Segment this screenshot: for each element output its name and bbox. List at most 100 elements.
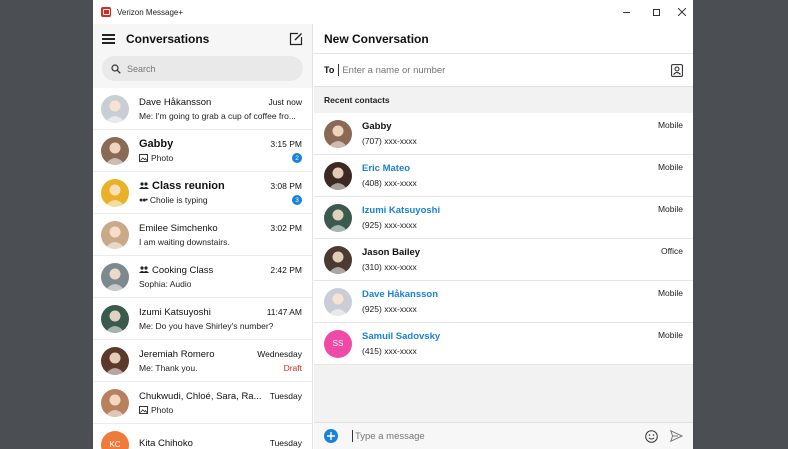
recipient-input[interactable]	[338, 64, 671, 76]
send-icon[interactable]	[670, 430, 683, 442]
conversation-snippet: Me: Do you have Shirley's number?	[139, 321, 273, 331]
conversation-time: 3:15 PM	[270, 139, 302, 149]
conversation-item[interactable]: Emilee Simchenko 3:02 PM I am waiting down…	[93, 214, 312, 256]
conversation-name: Chukwudi, Chloé, Sara, Ra...	[139, 391, 262, 402]
conversation-item[interactable]: Chukwudi, Chloé, Sara, Ra... Tuesday Photo	[93, 382, 312, 424]
contact-phone: (707) xxx-xxxx	[362, 136, 417, 146]
add-attachment-button[interactable]	[324, 429, 338, 443]
compose-button[interactable]	[289, 32, 303, 46]
search-bar[interactable]: Search	[102, 56, 303, 81]
typing-indicator-icon: ●●•	[139, 196, 148, 204]
conversation-name-text: Emilee Simchenko	[139, 222, 218, 234]
conversation-detail-row: Photo 2	[139, 153, 302, 163]
unread-badge: 3	[292, 195, 302, 205]
conversation-snippet: Photo	[139, 405, 173, 415]
search-input[interactable]: Search	[127, 64, 156, 74]
conversation-name: Jeremiah Romero	[139, 349, 215, 360]
compose-icon	[289, 32, 303, 46]
minimize-button[interactable]	[611, 0, 641, 24]
contact-item[interactable]: Dave Håkansson (925) xxx-xxxx Mobile	[314, 281, 693, 323]
conversation-body: Emilee Simchenko 3:02 PM I am waiting down…	[139, 223, 312, 247]
conversation-snippet: Me: Thank you.	[139, 363, 197, 373]
conversation-name-text: Chukwudi, Chloé, Sara, Ra...	[139, 390, 262, 402]
conversation-item[interactable]: Jeremiah Romero Wednesday Me: Thank you. Dr…	[93, 340, 312, 382]
conversation-header-row: Gabby 3:15 PM	[139, 138, 302, 150]
contact-number-type: Mobile	[657, 330, 683, 340]
avatar	[101, 136, 129, 165]
conversation-time: 3:02 PM	[270, 222, 302, 233]
conversation-detail-row: Me: Thank you. Draft	[139, 363, 302, 373]
recent-contacts-label: Recent contacts	[324, 95, 390, 105]
contact-body: Dave Håkansson (925) xxx-xxxx	[362, 289, 658, 314]
conversation-snippet: I am waiting downstairs.	[139, 237, 230, 247]
conversation-time: Tuesday	[269, 437, 302, 448]
conversation-item[interactable]: Cooking Class 2:42 PM Sophia: Audio	[93, 256, 312, 298]
conversation-snippet-text: Me: Thank you.	[139, 362, 198, 373]
avatar	[101, 94, 129, 123]
avatar	[101, 346, 129, 375]
avatar	[324, 245, 352, 274]
conversation-header-row: Jeremiah Romero Wednesday	[139, 349, 302, 360]
conversation-item[interactable]: Izumi Katsuyoshi 11:47 AM Me: Do you have …	[93, 298, 312, 340]
contact-item[interactable]: Izumi Katsuyoshi (925) xxx-xxxx Mobile	[314, 197, 693, 239]
contact-name: Jason Bailey	[362, 247, 421, 258]
contact-picker-icon[interactable]	[671, 63, 683, 77]
contact-item[interactable]: Gabby (707) xxx-xxxx Mobile	[314, 113, 693, 155]
conversation-snippet: Photo	[139, 153, 173, 163]
group-icon	[139, 182, 149, 189]
conversation-snippet: ●●• Cholie is typing	[139, 195, 208, 205]
minimize-icon	[622, 11, 630, 13]
conversation-snippet-text: I am waiting downstairs.	[139, 236, 230, 247]
window-title: Verizon Message+	[117, 7, 184, 17]
message-input[interactable]	[352, 430, 645, 442]
contact-number-type: Mobile	[657, 162, 683, 172]
conversation-time: 2:42 PM	[270, 264, 302, 275]
conversation-name: Gabby	[139, 138, 173, 150]
conversation-snippet-text: Me: Do you have Shirley's number?	[139, 320, 274, 331]
contact-item[interactable]: Eric Mateo (408) xxx-xxxx Mobile	[314, 155, 693, 197]
avatar	[101, 262, 129, 291]
contact-phone: (415) xxx-xxxx	[362, 346, 417, 356]
conversation-item[interactable]: Class reunion 3:08 PM ●●• Cholie is typing 3	[93, 172, 312, 214]
conversation-time: Just now	[268, 96, 302, 107]
emoji-icon[interactable]	[645, 429, 658, 443]
avatar	[324, 287, 352, 316]
conversation-detail-row: ●●• Cholie is typing 3	[139, 195, 302, 205]
photo-icon	[139, 405, 148, 414]
conversation-name: Dave Håkansson	[139, 97, 211, 108]
conversation-name: Izumi Katsuyoshi	[139, 307, 211, 318]
menu-icon[interactable]	[102, 34, 115, 44]
conversation-name-text: Jeremiah Romero	[139, 348, 215, 360]
conversation-name-text: Cooking Class	[152, 264, 214, 276]
contact-phone: (408) xxx-xxxx	[362, 178, 417, 188]
contact-body: Jason Bailey (310) xxx-xxxx	[362, 247, 661, 272]
conversation-snippet-text: Sophia: Audio	[139, 278, 192, 289]
avatar	[324, 161, 352, 190]
recent-contacts-list: Gabby (707) xxx-xxxx Mobile Eric Mateo (408)…	[314, 113, 693, 365]
contact-name: Dave Håkansson	[362, 289, 439, 300]
conversation-body: Dave Håkansson Just now Me: I'm going to g…	[139, 97, 312, 121]
contact-name: Gabby	[362, 121, 392, 132]
conversation-name-text: Gabby	[139, 138, 174, 150]
conversation-item[interactable]: KC Kita Chihoko Tuesday	[93, 424, 312, 449]
conversations-pane: Conversations Search Dave Håkansson Just …	[93, 24, 313, 449]
conversation-snippet-text: Photo	[151, 153, 174, 163]
new-conversation-title: New Conversation	[324, 31, 429, 46]
avatar	[101, 304, 129, 333]
new-conversation-header: New Conversation	[314, 24, 693, 54]
conversation-item[interactable]: Dave Håkansson Just now Me: I'm going to g…	[93, 88, 312, 130]
message-composer	[314, 422, 693, 449]
contact-phone: (310) xxx-xxxx	[362, 262, 417, 272]
conversation-body: Izumi Katsuyoshi 11:47 AM Me: Do you have …	[139, 307, 312, 331]
contact-name: Samuil Sadovsky	[362, 331, 441, 342]
contact-body: Eric Mateo (408) xxx-xxxx	[362, 163, 658, 188]
search-icon	[111, 63, 121, 74]
close-button[interactable]	[667, 0, 693, 24]
conversation-header-row: Dave Håkansson Just now	[139, 97, 302, 108]
contact-item[interactable]: Jason Bailey (310) xxx-xxxx Office	[314, 239, 693, 281]
maximize-icon	[652, 8, 660, 16]
conversation-header-row: Kita Chihoko Tuesday	[139, 438, 302, 449]
contact-item[interactable]: SS Samuil Sadovsky (415) xxx-xxxx Mobile	[314, 323, 693, 365]
conversation-item[interactable]: Gabby 3:15 PM Photo 2	[93, 130, 312, 172]
contact-body: Izumi Katsuyoshi (925) xxx-xxxx	[362, 205, 658, 230]
